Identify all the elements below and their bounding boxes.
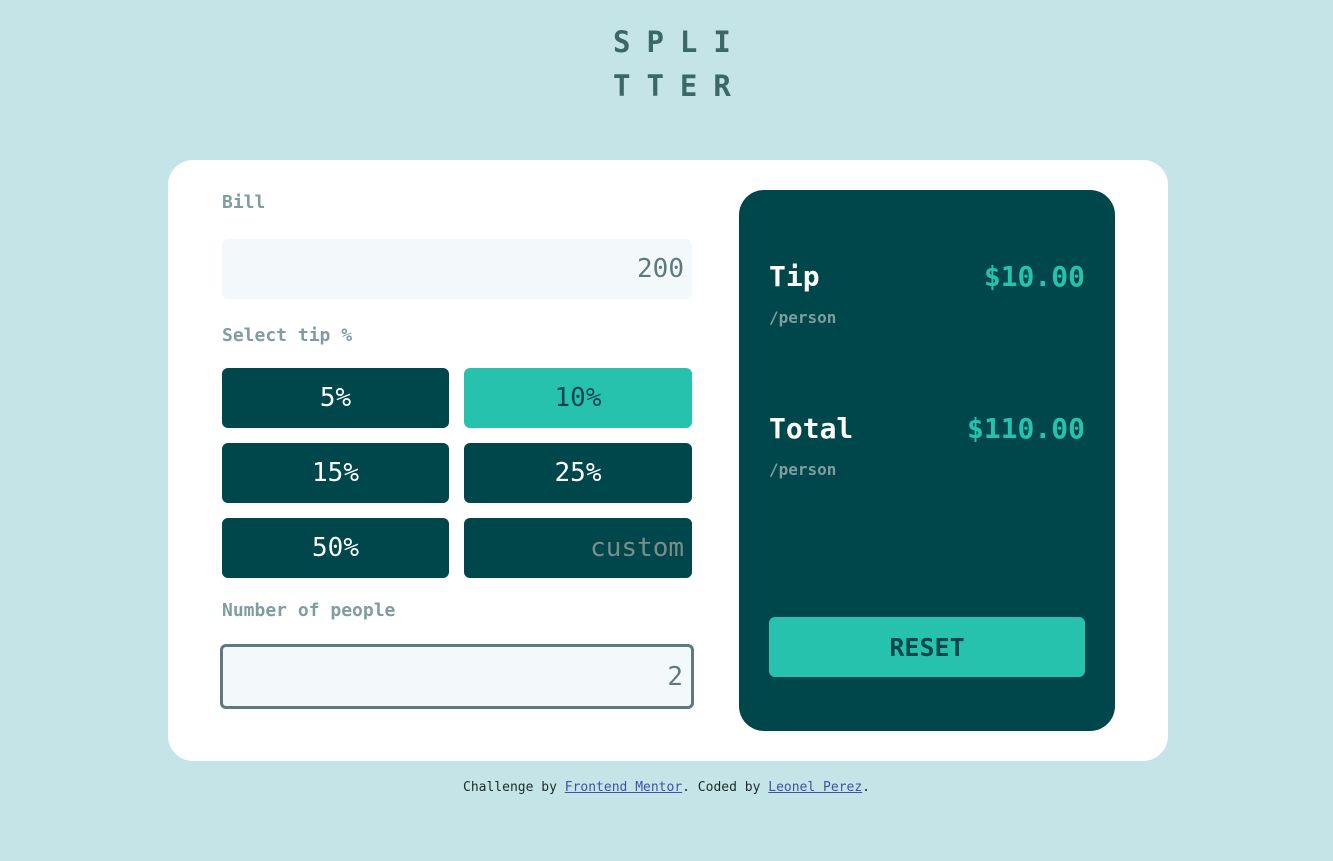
results-panel: Tip /person $10.00 Total /person $110.00…: [739, 190, 1115, 731]
frontend-mentor-link[interactable]: Frontend Mentor: [565, 780, 682, 795]
select-tip-label: Select tip %: [222, 325, 353, 346]
bill-input-value: 200: [637, 254, 684, 284]
people-input-value: 2: [667, 661, 683, 692]
people-input[interactable]: 2: [220, 644, 694, 709]
bill-label: Bill: [222, 192, 266, 213]
tip-button-25[interactable]: 25%: [464, 443, 692, 503]
footer-prefix: Challenge by: [463, 780, 565, 795]
tip-amount-title: Tip: [769, 260, 820, 293]
logo-line-2: TTER: [613, 69, 747, 103]
total-per-person-label: /person: [769, 460, 837, 479]
footer-middle: . Coded by: [682, 780, 769, 795]
author-link[interactable]: Leonel Perez: [768, 780, 862, 795]
total-value: $110.00: [966, 412, 1085, 445]
tip-button-50[interactable]: 50%: [222, 518, 449, 578]
people-label: Number of people: [222, 600, 396, 621]
footer-suffix: .: [862, 780, 870, 795]
bill-input[interactable]: 200: [222, 239, 692, 299]
tip-button-10[interactable]: 10%: [464, 368, 692, 428]
total-title: Total: [769, 412, 854, 445]
tip-amount-value: $10.00: [983, 260, 1085, 293]
tip-amount-per-person-label: /person: [769, 308, 837, 327]
logo-line-1: SPLI: [613, 25, 747, 59]
reset-button[interactable]: RESET: [769, 617, 1085, 677]
attribution-footer: Challenge by Frontend Mentor. Coded by L…: [0, 780, 1333, 795]
tip-button-15[interactable]: 15%: [222, 443, 449, 503]
custom-tip-input[interactable]: custom: [464, 518, 692, 578]
app-logo: SPLI TTER: [603, 20, 743, 108]
tip-button-5[interactable]: 5%: [222, 368, 449, 428]
